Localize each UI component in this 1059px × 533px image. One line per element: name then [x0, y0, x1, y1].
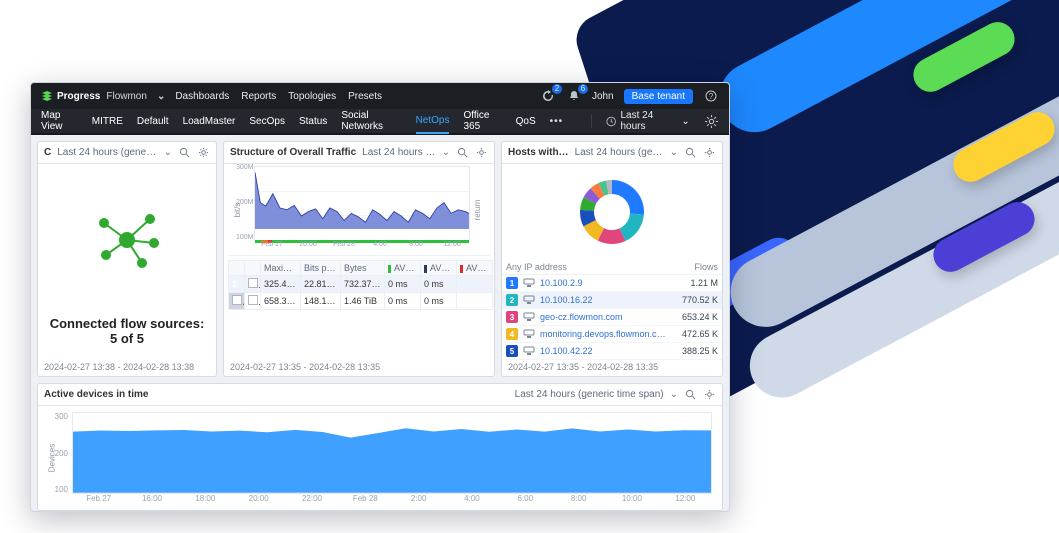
brand-icon	[41, 90, 53, 102]
tab-default[interactable]: Default	[137, 110, 169, 133]
dashboard-tabs: Map ViewMITREDefaultLoadMasterSecOpsStat…	[31, 109, 729, 135]
card4-title: Active devices in time	[44, 389, 149, 400]
brand-name: Progress	[57, 91, 100, 102]
bell-icon[interactable]: 6	[566, 88, 582, 104]
tab-social-networks[interactable]: Social Networks	[341, 104, 401, 138]
tab-loadmaster[interactable]: LoadMaster	[183, 110, 236, 133]
traffic-area-icon	[255, 167, 469, 229]
traffic-col[interactable]: Maxim…	[261, 261, 301, 276]
refresh-badge: 2	[552, 84, 562, 94]
card4-search-icon[interactable]	[684, 388, 697, 401]
card1-value: 5 of 5	[44, 331, 210, 346]
topnav-presets[interactable]: Presets	[348, 91, 382, 102]
more-tabs-button[interactable]: •••	[550, 116, 564, 127]
traffic-row[interactable]: 1127.0.0.1 (localhost)325.46…22.81…732.3…	[229, 276, 493, 293]
traffic-col[interactable]: AVG …	[457, 261, 493, 276]
bell-badge: 6	[578, 84, 588, 94]
tenant-selector[interactable]: Base tenant	[624, 89, 693, 104]
help-icon[interactable]: ?	[703, 88, 719, 104]
top-nav: Dashboards Reports Topologies Presets	[175, 91, 382, 102]
tab-status[interactable]: Status	[299, 110, 327, 133]
card4-range-chevron-icon[interactable]: ⌄	[670, 389, 678, 400]
tab-qos[interactable]: QoS	[516, 110, 536, 133]
traffic-row[interactable]: All traffic658.3…148.1…1.46 TiB0 ms0 ms	[229, 293, 493, 310]
traffic-ylabel-right: return	[473, 199, 482, 220]
card-connected-flow-sources: C Last 24 hours (generic time … ⌄	[37, 141, 217, 377]
refresh-icon[interactable]: 2	[540, 88, 556, 104]
topnav-dashboards[interactable]: Dashboards	[175, 91, 229, 102]
card3-range: Last 24 hours (generic time span)	[575, 147, 664, 158]
active-yticks: 300200100	[42, 412, 68, 494]
hosts-list: 1 10.100.2.91.21 M2 10.100.16.22770.52 K…	[502, 275, 722, 360]
svg-text:?: ?	[709, 92, 714, 101]
traffic-col[interactable]: Bytes	[341, 261, 385, 276]
active-area-icon	[73, 413, 711, 493]
host-icon	[523, 312, 535, 322]
card1-gear-icon[interactable]	[197, 146, 210, 159]
user-name[interactable]: John	[592, 91, 614, 102]
card2-footer: 2024-02-27 13:35 - 2024-02-28 13:35	[224, 360, 494, 376]
clock-icon	[606, 116, 616, 127]
topnav-reports[interactable]: Reports	[241, 91, 276, 102]
host-icon	[523, 295, 535, 305]
traffic-chart[interactable]: bit/s return 300M200M100M	[228, 164, 490, 256]
flow-sources-icon	[44, 168, 210, 312]
brand-product: Flowmon	[106, 91, 147, 102]
host-row[interactable]: 1 10.100.2.91.21 M	[502, 275, 722, 292]
app-window: Progress Flowmon ⌄ Dashboards Reports Topo…	[30, 82, 730, 512]
global-range-selector[interactable]: Last 24 hours ⌄	[606, 110, 690, 132]
card3-range-chevron-icon[interactable]: ⌄	[670, 147, 678, 158]
card4-range: Last 24 hours (generic time span)	[515, 389, 664, 400]
host-icon	[523, 346, 535, 356]
topnav-topologies[interactable]: Topologies	[288, 91, 336, 102]
card-structure-traffic: Structure of Overall Traffic Last 24 hou…	[223, 141, 495, 377]
card3-title: Hosts with…	[508, 147, 569, 158]
card1-headline: Connected flow sources:	[44, 316, 210, 331]
card2-range-chevron-icon[interactable]: ⌄	[442, 147, 450, 158]
card3-search-icon[interactable]	[684, 146, 697, 159]
card4-gear-icon[interactable]	[703, 388, 716, 401]
tab-map-view[interactable]: Map View	[41, 104, 78, 138]
host-row[interactable]: 2 10.100.16.22770.52 K	[502, 292, 722, 309]
card2-gear-icon[interactable]	[475, 146, 488, 159]
global-range-label: Last 24 hours	[620, 110, 677, 132]
card1-range-chevron-icon[interactable]: ⌄	[164, 147, 172, 158]
traffic-xticks: Feb 2720:00Feb 284:008:0012:00	[254, 241, 470, 255]
traffic-col[interactable]: AVG …	[385, 261, 421, 276]
hosts-head-left: Any IP address	[506, 262, 567, 272]
card-hosts: Hosts with… Last 24 hours (generic time …	[501, 141, 723, 377]
card3-footer: 2024-02-27 13:35 - 2024-02-28 13:35	[502, 360, 722, 376]
host-icon	[523, 278, 535, 288]
separator	[591, 114, 592, 128]
traffic-table: SourceMaxim…Bits pe…BytesAVG …AVG …AVG ……	[228, 260, 493, 310]
tab-secops[interactable]: SecOps	[249, 110, 285, 133]
card3-gear-icon[interactable]	[703, 146, 716, 159]
card1-title: C	[44, 147, 51, 158]
tab-mitre[interactable]: MITRE	[92, 110, 123, 133]
tab-netops[interactable]: NetOps	[416, 109, 450, 134]
brand[interactable]: Progress Flowmon ⌄	[41, 90, 165, 102]
settings-icon[interactable]	[704, 113, 719, 129]
hosts-head-right: Flows	[694, 262, 718, 272]
host-icon	[523, 329, 535, 339]
card-active-devices: Active devices in time Last 24 hours (ge…	[37, 383, 723, 511]
card2-range: Last 24 hours (generic time span)	[362, 147, 435, 158]
card1-range: Last 24 hours (generic time …	[57, 147, 157, 158]
tab-office-365[interactable]: Office 365	[463, 104, 501, 138]
host-row[interactable]: 4 monitoring.devops.flowmon.com472.65 K	[502, 326, 722, 343]
chevron-down-icon: ⌄	[681, 116, 689, 127]
active-xticks: Feb 2716:0018:0020:0022:00Feb 282:004:00…	[72, 494, 712, 510]
host-row[interactable]: 3 geo-cz.flowmon.com653.24 K	[502, 309, 722, 326]
traffic-col[interactable]: AVG …	[421, 261, 457, 276]
hosts-donut-chart[interactable]	[502, 164, 722, 260]
active-devices-chart[interactable]: Devices 300200100 Feb 2716:0018:0020:002…	[42, 406, 718, 510]
card1-footer: 2024-02-27 13:38 - 2024-02-28 13:38	[38, 360, 216, 376]
host-row[interactable]: 5 10.100.42.22388.25 K	[502, 343, 722, 360]
card2-search-icon[interactable]	[456, 146, 469, 159]
traffic-col[interactable]: Bits pe…	[301, 261, 341, 276]
traffic-yticks: 300M200M100M	[236, 164, 252, 241]
card2-title: Structure of Overall Traffic	[230, 147, 356, 158]
card1-search-icon[interactable]	[178, 146, 191, 159]
brand-chevron-icon[interactable]: ⌄	[157, 91, 165, 102]
